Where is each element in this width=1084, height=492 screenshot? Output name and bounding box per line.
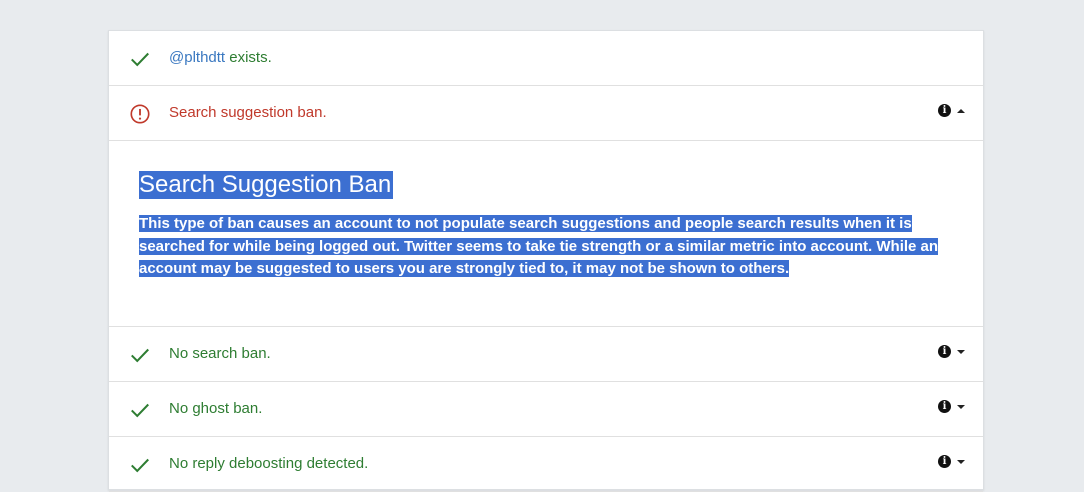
caret-down-icon[interactable]: [957, 404, 965, 409]
details-title: Search Suggestion Ban: [139, 171, 394, 199]
checkmark-icon: [131, 403, 149, 418]
info-icon[interactable]: i: [938, 455, 951, 468]
ban-details-panel: Search Suggestion Ban This type of ban c…: [109, 141, 983, 327]
checkmark-icon: [131, 52, 149, 67]
info-icon[interactable]: i: [938, 104, 951, 117]
result-label: No reply deboosting detected.: [169, 455, 369, 472]
checkmark-icon: [131, 348, 149, 363]
row-controls: i: [938, 400, 965, 413]
result-row-ghost-ban[interactable]: No ghost ban. i: [109, 382, 983, 437]
result-label: Search suggestion ban.: [169, 104, 327, 121]
caret-up-icon[interactable]: [957, 108, 965, 113]
info-icon[interactable]: i: [938, 400, 951, 413]
row-controls: i: [938, 455, 965, 468]
details-body-text: This type of ban causes an account to no…: [139, 215, 939, 277]
result-row-search-suggestion-ban[interactable]: Search suggestion ban. i: [109, 86, 983, 141]
caret-down-icon[interactable]: [957, 349, 965, 354]
result-row-search-ban[interactable]: No search ban. i: [109, 327, 983, 382]
details-body: This type of ban causes an account to no…: [139, 213, 959, 281]
result-label: @plthdtt exists.: [169, 49, 272, 67]
checkmark-icon: [131, 458, 149, 473]
exists-text: exists.: [225, 49, 272, 66]
result-label: No ghost ban.: [169, 400, 263, 417]
result-label: No search ban.: [169, 345, 271, 362]
result-row-reply-deboosting[interactable]: No reply deboosting detected. i: [109, 437, 983, 492]
info-icon[interactable]: i: [938, 345, 951, 358]
caret-down-icon[interactable]: [957, 459, 965, 464]
result-row-exists: @plthdtt exists.: [109, 31, 983, 86]
row-controls: i: [938, 104, 965, 117]
account-handle[interactable]: @plthdtt: [169, 49, 225, 66]
results-card: @plthdtt exists. Search suggestion ban. …: [108, 30, 984, 492]
row-controls: i: [938, 345, 965, 358]
exclamation-circle-icon: [130, 104, 150, 124]
